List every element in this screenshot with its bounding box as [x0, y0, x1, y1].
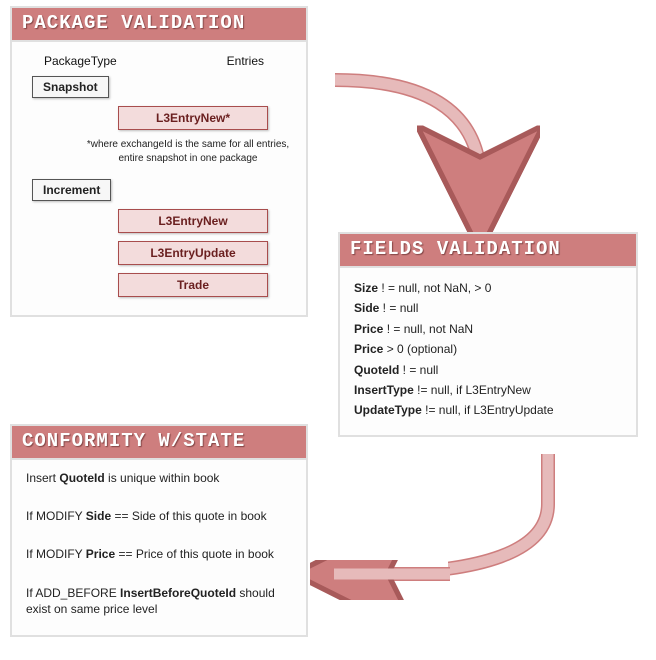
arrow-fields-to-conformity-head — [310, 560, 470, 600]
field-rule: QuoteId ! = null — [354, 360, 622, 380]
conformity-title: CONFORMITY W/STATE — [12, 426, 306, 460]
col-package-type: PackageType — [44, 54, 117, 68]
package-validation-body: PackageType Entries Snapshot L3EntryNew*… — [12, 42, 306, 315]
increment-entry-2: Trade — [118, 273, 268, 297]
conformity-rule: If MODIFY Side == Side of this quote in … — [26, 508, 292, 524]
fields-validation-title: FIELDS VALIDATION — [340, 234, 636, 268]
conformity-rule: Insert QuoteId is unique within book — [26, 470, 292, 486]
increment-entry-0: L3EntryNew — [118, 209, 268, 233]
increment-entry-1: L3EntryUpdate — [118, 241, 268, 265]
arrow-package-to-fields — [320, 60, 540, 240]
field-rule: Side ! = null — [354, 298, 622, 318]
field-rule: Size ! = null, not NaN, > 0 — [354, 278, 622, 298]
field-rule: Price > 0 (optional) — [354, 339, 622, 359]
increment-type-box: Increment — [32, 179, 111, 201]
package-validation-panel: PACKAGE VALIDATION PackageType Entries S… — [10, 6, 308, 317]
package-validation-title: PACKAGE VALIDATION — [12, 8, 306, 42]
snapshot-entry-box: L3EntryNew* — [118, 106, 268, 130]
snapshot-block: Snapshot L3EntryNew* *where exchangeId i… — [26, 76, 292, 165]
fields-validation-body: Size ! = null, not NaN, > 0 Side ! = nul… — [340, 268, 636, 435]
conformity-rule: If MODIFY Price == Price of this quote i… — [26, 546, 292, 562]
arrow-fields-to-conformity — [448, 444, 648, 624]
field-rule: Price ! = null, not NaN — [354, 319, 622, 339]
conformity-body: Insert QuoteId is unique within book If … — [12, 460, 306, 635]
field-rule: InsertType != null, if L3EntryNew — [354, 380, 622, 400]
fields-validation-panel: FIELDS VALIDATION Size ! = null, not NaN… — [338, 232, 638, 437]
field-rule: UpdateType != null, if L3EntryUpdate — [354, 400, 622, 420]
snapshot-type-box: Snapshot — [32, 76, 109, 98]
conformity-panel: CONFORMITY W/STATE Insert QuoteId is uni… — [10, 424, 308, 637]
conformity-rule: If ADD_BEFORE InsertBeforeQuoteId should… — [26, 585, 292, 617]
snapshot-note: *where exchangeId is the same for all en… — [78, 138, 298, 165]
increment-block: Increment L3EntryNew L3EntryUpdate Trade — [26, 179, 292, 297]
package-columns: PackageType Entries — [26, 52, 292, 76]
col-entries: Entries — [227, 54, 264, 68]
